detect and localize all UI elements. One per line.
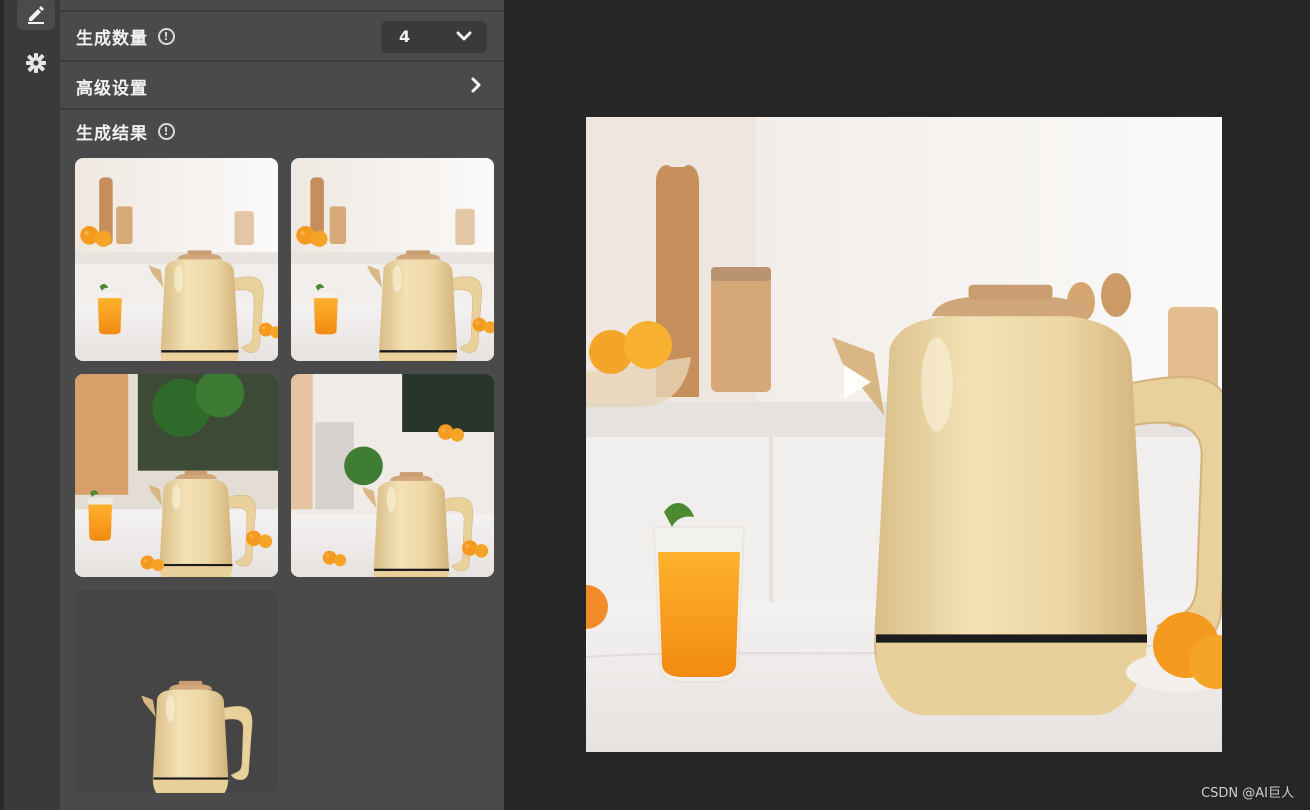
result-thumbnail[interactable] xyxy=(291,158,494,361)
count-label-group: 生成数量 ! xyxy=(76,24,175,49)
settings-panel: 生成数量 ! 4 高级设置 生成结果 ! xyxy=(60,0,504,810)
gear-icon xyxy=(26,53,46,73)
count-row: 生成数量 ! 4 xyxy=(60,12,504,62)
thumbnail-image xyxy=(291,158,494,361)
advanced-settings-row[interactable]: 高级设置 xyxy=(60,62,504,110)
results-label: 生成结果 xyxy=(76,124,148,144)
thumbnail-image xyxy=(75,158,278,361)
chevron-right-icon xyxy=(471,77,481,93)
kettle-photo xyxy=(586,117,1222,752)
result-thumbnail[interactable] xyxy=(75,374,278,577)
edit-icon xyxy=(28,6,44,24)
info-icon[interactable]: ! xyxy=(158,28,175,45)
app-window: 生成数量 ! 4 高级设置 生成结果 ! CSDN @AI巨人 xyxy=(0,0,1310,810)
info-icon[interactable]: ! xyxy=(158,123,175,140)
settings-button[interactable] xyxy=(17,47,55,79)
result-thumbnail[interactable] xyxy=(75,590,278,793)
thumbnail-image xyxy=(291,374,494,577)
chevron-down-icon xyxy=(456,31,472,41)
count-label: 生成数量 xyxy=(76,29,148,49)
count-value: 4 xyxy=(399,27,411,46)
panel-divider-top xyxy=(60,0,504,12)
thumbnail-image xyxy=(75,374,278,577)
tool-rail xyxy=(0,0,60,810)
result-thumbnail[interactable] xyxy=(291,374,494,577)
count-select[interactable]: 4 xyxy=(381,21,487,53)
edit-tool-button[interactable] xyxy=(17,0,55,30)
result-thumbnail[interactable] xyxy=(75,158,278,361)
results-label-group: 生成结果 ! xyxy=(76,119,175,144)
advanced-label: 高级设置 xyxy=(76,79,148,99)
preview-image[interactable] xyxy=(586,117,1222,752)
watermark: CSDN @AI巨人 xyxy=(1201,786,1294,801)
thumbnail-image xyxy=(75,590,278,793)
